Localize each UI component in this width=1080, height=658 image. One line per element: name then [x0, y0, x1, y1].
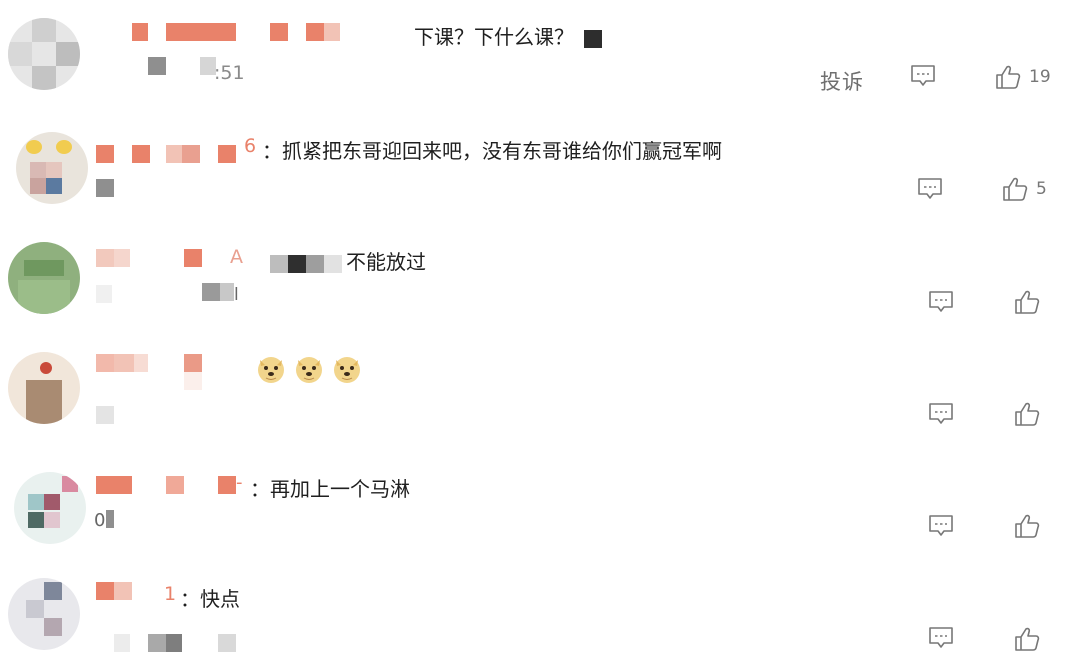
- like-button[interactable]: 5: [1002, 176, 1047, 202]
- thumbs-up-icon: [996, 65, 1021, 89]
- doge-emoji: [334, 357, 360, 383]
- like-button[interactable]: [1014, 401, 1040, 427]
- reply-button[interactable]: [917, 177, 943, 201]
- thumbs-up-icon: [1015, 402, 1040, 426]
- avatar[interactable]: [8, 18, 80, 90]
- comment-text: ：再加上一个马淋: [250, 477, 410, 501]
- reply-button[interactable]: [928, 626, 954, 650]
- reply-button[interactable]: [928, 290, 954, 314]
- masked-text: [324, 254, 342, 273]
- comment-bubble-icon: [929, 403, 953, 424]
- square-emoji: [584, 29, 603, 48]
- like-button[interactable]: [1014, 626, 1040, 652]
- comment-item: [0, 338, 1080, 450]
- doge-emoji: [258, 357, 284, 383]
- like-button[interactable]: [1014, 289, 1040, 315]
- avatar[interactable]: [8, 352, 80, 424]
- comment-item: 6 ：抓紧把东哥迎回来吧，没有东哥谁给你们赢冠军啊 5: [0, 110, 1080, 226]
- thumbs-up-icon: [1015, 514, 1040, 538]
- reply-button[interactable]: [928, 514, 954, 538]
- comment-bubble-icon: [929, 291, 953, 312]
- like-button[interactable]: [1014, 513, 1040, 539]
- comment-item: - ：再加上一个马淋 0: [0, 450, 1080, 562]
- comment-bubble-icon: [929, 515, 953, 536]
- comment-text: 下课？下什么课？: [414, 21, 603, 50]
- masked-text: [270, 254, 288, 273]
- comment-item: 1 ：快点: [0, 562, 1080, 658]
- comment-bubble-icon: [929, 627, 953, 648]
- avatar[interactable]: [8, 242, 80, 314]
- report-button[interactable]: 投诉: [820, 66, 864, 96]
- thumbs-up-icon: [1015, 627, 1040, 651]
- masked-text: [306, 254, 324, 273]
- doge-emoji: [296, 357, 322, 383]
- avatar[interactable]: [14, 472, 86, 544]
- avatar[interactable]: [8, 578, 80, 650]
- comment-item: 下课？下什么课？ :51 投诉 19: [0, 0, 1080, 110]
- masked-text: [288, 254, 306, 273]
- comment-text: ：快点: [180, 587, 240, 611]
- reply-button[interactable]: [928, 402, 954, 426]
- comment-text: ：抓紧把东哥迎回来吧，没有东哥谁给你们赢冠军啊: [262, 139, 722, 163]
- reply-button[interactable]: [910, 64, 936, 88]
- thumbs-up-icon: [1003, 177, 1028, 201]
- comment-item: A 不能放过 l: [0, 226, 1080, 338]
- comment-text: 不能放过: [270, 246, 426, 275]
- like-button[interactable]: 19: [995, 64, 1051, 90]
- comment-bubble-icon: [918, 178, 942, 199]
- comment-bubble-icon: [911, 65, 935, 86]
- avatar[interactable]: [16, 132, 88, 204]
- thumbs-up-icon: [1015, 290, 1040, 314]
